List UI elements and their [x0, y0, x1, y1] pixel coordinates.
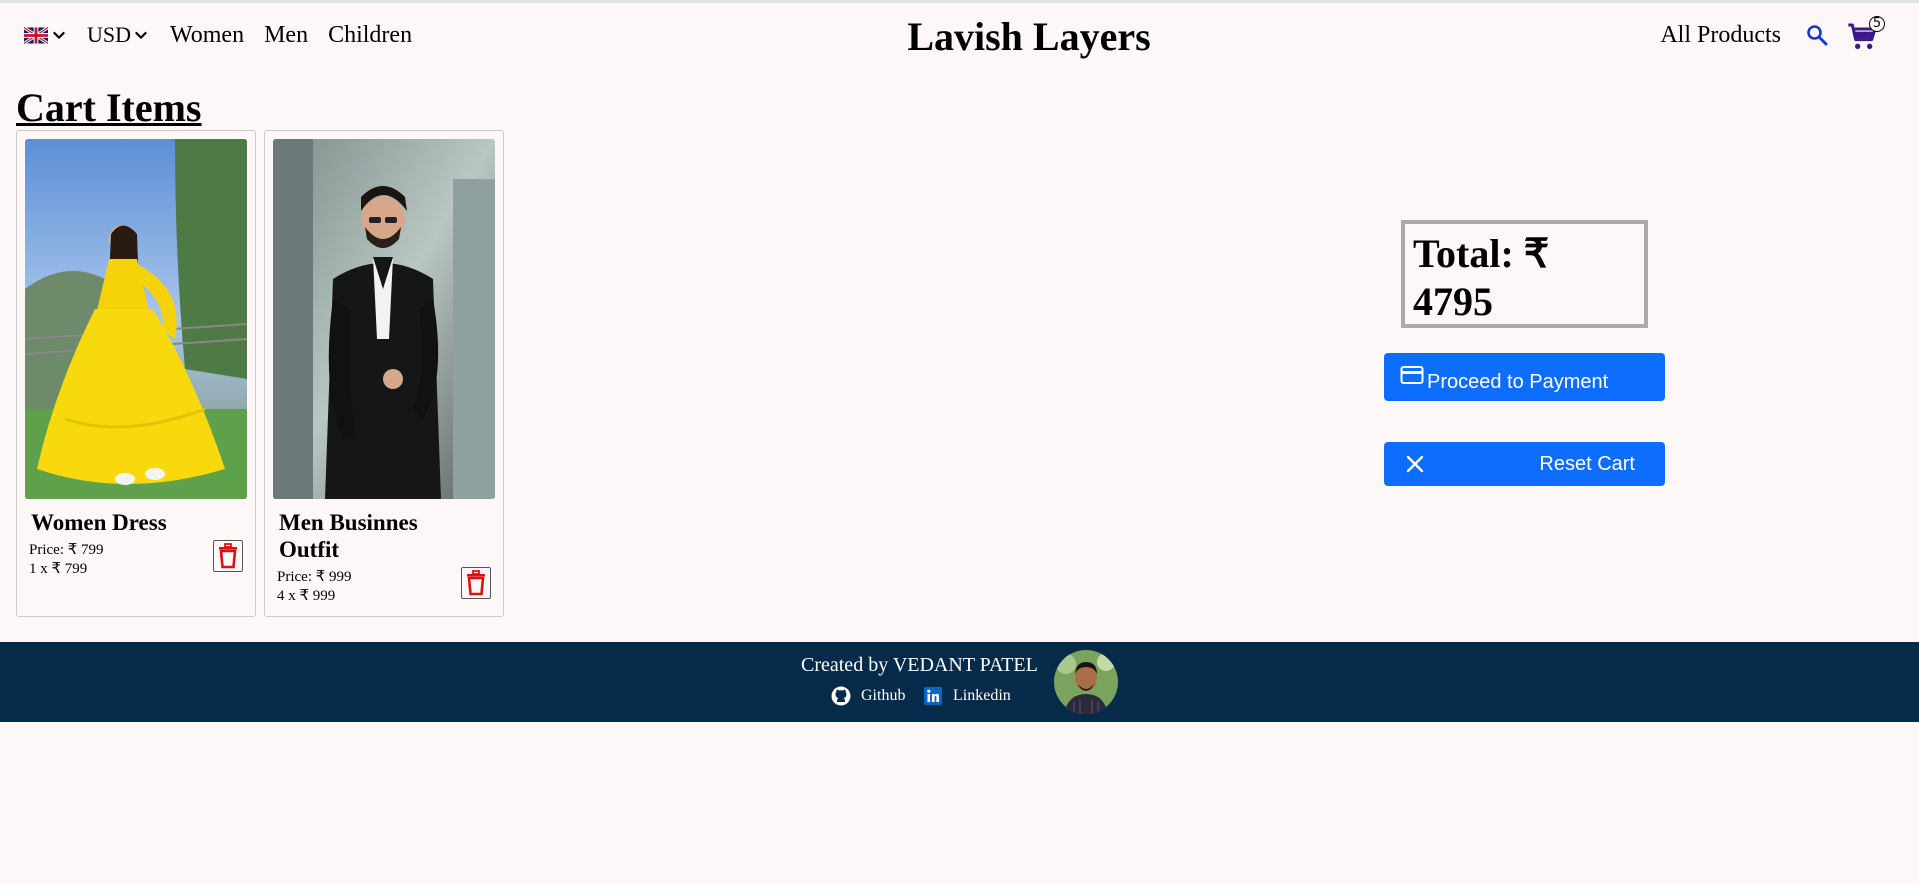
trash-icon	[467, 570, 485, 596]
github-link[interactable]: Github	[831, 686, 905, 706]
creator-avatar-image	[1054, 650, 1118, 714]
search-icon[interactable]	[1805, 23, 1829, 47]
woman-yellow-dress-image	[25, 139, 247, 499]
brand-title[interactable]: Lavish Layers	[0, 13, 1919, 60]
product-quantity-line: 1 x ₹ 799	[29, 561, 88, 577]
reset-cart-label: Reset Cart	[1539, 453, 1635, 475]
product-quantity-line: 4 x ₹ 999	[277, 588, 336, 604]
github-label: Github	[861, 687, 906, 704]
trash-icon	[219, 543, 237, 569]
footer-credit: Created by VEDANT PATEL	[801, 654, 1038, 676]
close-icon	[1406, 455, 1424, 473]
linkedin-icon	[924, 687, 942, 705]
site-header: USD Women Men Children Lavish Layers All…	[0, 3, 1919, 67]
cart-item-card: Women Dress Price: ₹ 799 1 x ₹ 799	[16, 130, 256, 617]
proceed-to-payment-label: Proceed to Payment	[1427, 371, 1609, 393]
man-black-suit-image	[273, 139, 495, 499]
avatar	[1054, 650, 1118, 714]
cart-total-box: Total: ₹ 4795	[1401, 220, 1648, 328]
nav-all-products[interactable]: All Products	[1660, 22, 1781, 49]
cart-button[interactable]: 5	[1847, 16, 1885, 52]
product-price: Price: ₹ 999	[277, 569, 352, 585]
delete-item-button[interactable]	[461, 567, 491, 599]
product-image-women-dress[interactable]	[25, 139, 247, 499]
reset-cart-button[interactable]: Reset Cart	[1384, 442, 1665, 486]
product-name: Women Dress	[31, 510, 167, 535]
product-name: Men Businnes Outfit	[279, 510, 418, 562]
github-icon	[831, 686, 851, 706]
product-price: Price: ₹ 799	[29, 542, 104, 558]
credit-card-icon	[1400, 366, 1424, 384]
header-right: All Products 5	[1660, 16, 1885, 53]
cart-count-badge: 5	[1869, 16, 1885, 32]
proceed-to-payment-button[interactable]: Proceed to Payment	[1384, 353, 1665, 401]
linkedin-link[interactable]: Linkedin	[923, 686, 1011, 706]
linkedin-label: Linkedin	[953, 687, 1011, 704]
cart-total: Total: ₹ 4795	[1413, 231, 1550, 324]
cart-item-card: Men Businnes Outfit Price: ₹ 999 4 x ₹ 9…	[264, 130, 504, 617]
cart-items-heading: Cart Items	[16, 85, 202, 130]
site-footer: Created by VEDANT PATEL Github Linkedin	[0, 642, 1919, 722]
product-image-men-outfit[interactable]	[273, 139, 495, 499]
delete-item-button[interactable]	[213, 540, 243, 572]
